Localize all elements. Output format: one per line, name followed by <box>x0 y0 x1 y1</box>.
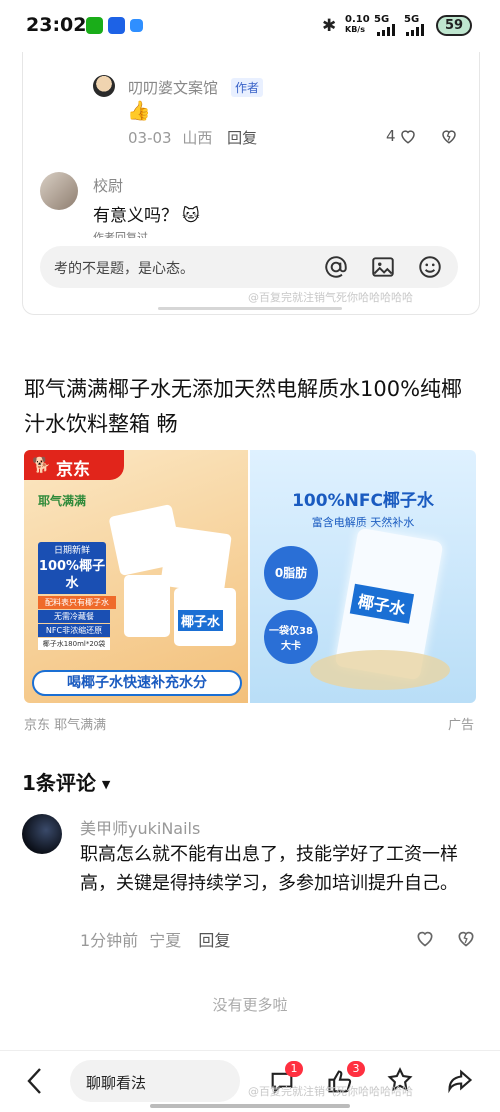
comment-avatar[interactable] <box>22 814 62 854</box>
comment-time: 1分钟前 <box>80 931 139 950</box>
at-mention-icon[interactable] <box>323 254 349 280</box>
image-icon[interactable] <box>370 254 396 280</box>
comment-text: 有意义吗？ 🐱 <box>93 206 200 226</box>
reply-location: 山西 <box>182 129 213 147</box>
comment-input[interactable]: 聊聊看法 <box>70 1060 240 1102</box>
comment-input-label: 聊聊看法 <box>86 1074 147 1092</box>
comment-meta: 1分钟前 宁夏 回复 <box>80 927 230 951</box>
reply-input[interactable]: 考的不是题，是心态。 <box>40 246 458 288</box>
comment-badge: 1 <box>285 1061 303 1077</box>
ad-source[interactable]: 京东 耶气满满 <box>24 714 106 733</box>
like-badge: 3 <box>347 1061 365 1077</box>
reply-button[interactable]: 回复 <box>227 129 257 147</box>
ad-image-left: 耶气满满 日期新鲜 100%椰子水 配料表只有椰子水 无需冷藏餐 NFC非浓缩还… <box>24 450 248 703</box>
ad-right-headline: 100%NFC椰子水 <box>292 491 434 511</box>
ad-bubble-calories: 一袋仅38大卡 <box>264 610 318 664</box>
ad-slogan: 喝椰子水快速补充水分 <box>32 670 242 696</box>
comment-dislike-icon[interactable] <box>456 928 476 948</box>
bluetooth-icon: ✱ <box>322 16 337 36</box>
ad-bag-label: 椰子水 <box>349 583 415 624</box>
dislike-icon[interactable] <box>440 127 458 145</box>
author-reply-meta: 03-03 山西 回复 <box>128 127 257 148</box>
ad-image[interactable]: 耶气满满 日期新鲜 100%椰子水 配料表只有椰子水 无需冷藏餐 NFC非浓缩还… <box>24 450 476 703</box>
watermark-bottom: @百复完就注销气死你哈哈哈哈哈 <box>248 1085 413 1098</box>
ad-pack-4 <box>124 575 170 637</box>
signal-1-icon <box>377 24 399 36</box>
back-icon[interactable] <box>24 1066 46 1096</box>
ad-image-right: 100%NFC椰子水 富含电解质 天然补水 0脂肪 一袋仅38大卡 椰子水 <box>250 450 476 703</box>
watermark-top: @百复完就注销气死你哈哈哈哈哈 <box>248 291 413 304</box>
heart-icon[interactable] <box>399 127 417 145</box>
ad-100-badge: 100%椰子水 <box>38 556 106 594</box>
author-reply-like-count: 4 <box>386 127 396 145</box>
comment-body[interactable]: 职高怎么就不能有出息了，技能学好了工资一样高，关键是得持续学习，多参加培训提升自… <box>80 840 480 898</box>
battery-indicator: 59 <box>436 15 472 36</box>
comment-location: 宁夏 <box>149 931 182 950</box>
mail-icon <box>108 17 125 34</box>
ad-pack-3: 椰子水 <box>174 588 236 646</box>
status-bar: 23:02 ✱ 0.10 KB/s 5G 5G 59 <box>0 0 500 52</box>
ad-tag-no-chill: 无需冷藏餐 <box>38 610 110 623</box>
reply-date: 03-03 <box>128 129 172 147</box>
no-more-text: 没有更多啦 <box>212 996 288 1014</box>
ad-tag-nfc: NFC非浓缩还原 <box>38 624 110 637</box>
comment-reply-button[interactable]: 回复 <box>198 931 230 950</box>
ad-bubble-zero-fat: 0脂肪 <box>264 546 318 600</box>
horizontal-scrollbar[interactable] <box>158 307 342 310</box>
thumbs-up-icon: 👍 <box>127 100 151 122</box>
ad-pack-label: 椰子水 <box>178 610 224 631</box>
comment-count-title[interactable]: 1条评论 ▼ <box>22 767 110 796</box>
status-time: 23:02 <box>26 14 87 36</box>
sort-dropdown-icon[interactable]: ▼ <box>102 778 110 791</box>
ad-tag-ingredients: 配料表只有椰子水 <box>38 596 116 609</box>
ad-label[interactable]: 广告 <box>448 714 474 733</box>
gesture-bar[interactable] <box>150 1104 350 1108</box>
ad-title[interactable]: 耶气满满椰子水无添加天然电解质水100%纯椰汁水饮料整箱 畅 <box>24 372 480 442</box>
ad-brand-text: 耶气满满 <box>38 494 87 508</box>
author-avatar[interactable] <box>93 75 115 97</box>
author-name[interactable]: 叨叨婆文案馆 <box>128 77 218 98</box>
partial-reply-hint: 作者回复过 <box>93 231 148 238</box>
ad-coconut-shape <box>310 650 450 690</box>
commenter-avatar[interactable] <box>40 172 78 210</box>
commenter-name[interactable]: 校尉 <box>93 175 123 196</box>
emoji-icon[interactable] <box>417 254 443 280</box>
ad-tag-spec: 椰子水180ml*20袋 <box>38 638 110 650</box>
comment-author-name[interactable]: 美甲师yukiNails <box>80 815 200 839</box>
cat-emoji-icon: 🐱 <box>182 206 200 226</box>
reply-input-placeholder: 考的不是题，是心态。 <box>54 261 194 277</box>
net-speed: 0.10 KB/s <box>345 14 370 35</box>
jd-dog-icon: 🐕 <box>32 456 51 474</box>
wechat-icon <box>86 17 103 34</box>
author-badge: 作者 <box>231 78 264 97</box>
ad-right-subheadline: 富含电解质 天然补水 <box>311 516 415 529</box>
ad-tag-fresh: 日期新鲜 <box>38 542 106 557</box>
jd-logo-tab: 🐕 京东 <box>24 450 124 480</box>
share-icon[interactable] <box>446 1066 474 1094</box>
ad-pack-2 <box>160 525 232 595</box>
app-notification-icon <box>130 19 143 32</box>
signal-2-icon <box>406 24 428 36</box>
comment-like-icon[interactable] <box>415 928 435 948</box>
jd-label: 京东 <box>56 460 90 480</box>
